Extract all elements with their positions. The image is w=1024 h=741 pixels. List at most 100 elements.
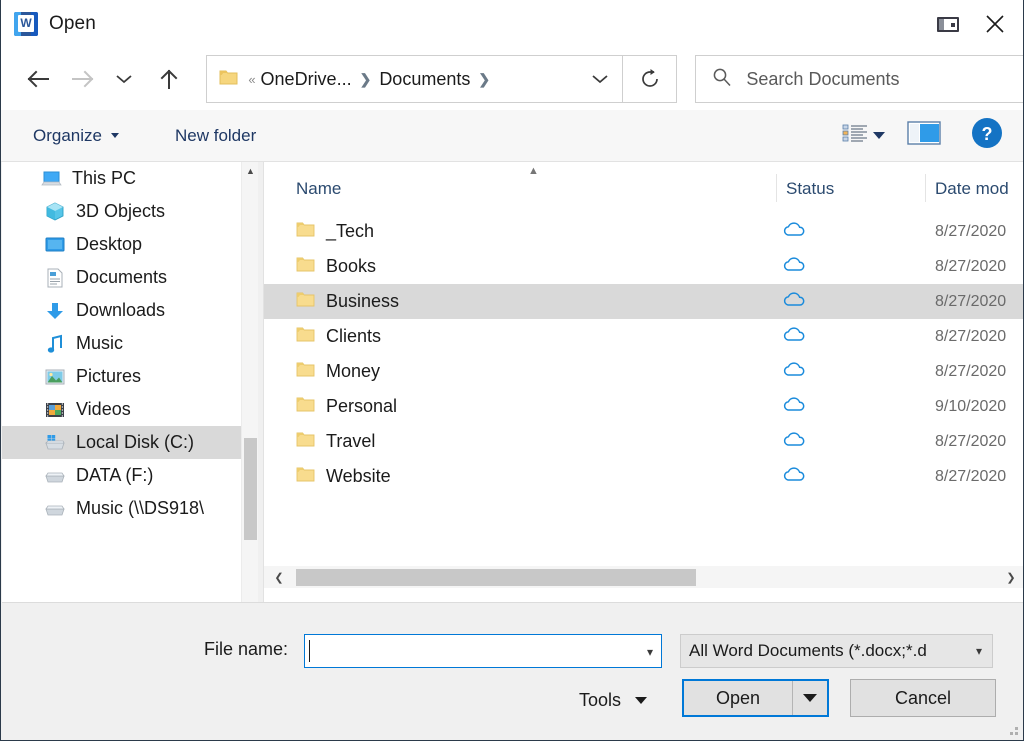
column-header-row: Name Status Date mod	[264, 170, 1023, 208]
table-row[interactable]: Money 8/27/2020	[264, 354, 1023, 389]
sidebar-item-data-f[interactable]: DATA (F:)	[2, 459, 241, 492]
column-header-name[interactable]: Name	[296, 179, 341, 199]
preview-pane-icon[interactable]	[907, 120, 941, 151]
dialog-footer	[2, 603, 1023, 739]
search-input[interactable]: Search Documents	[746, 69, 899, 90]
file-name: Clients	[326, 326, 382, 346]
date-modified: 8/27/2020	[935, 467, 1007, 485]
caret-down-icon	[635, 696, 648, 704]
folder-icon	[296, 256, 315, 278]
sidebar-item-3d-objects[interactable]: 3D Objects	[2, 195, 241, 228]
downloads-icon	[44, 300, 66, 322]
tools-button[interactable]: Tools	[579, 685, 648, 715]
sidebar-label: 3D Objects	[76, 201, 166, 221]
file-type-value: All Word Documents (*.docx;*.d	[689, 641, 927, 660]
sidebar-label: DATA (F:)	[76, 465, 154, 485]
cancel-button[interactable]: Cancel	[850, 679, 996, 717]
table-row[interactable]: Website 8/27/2020	[264, 459, 1023, 494]
chevron-left-icon[interactable]: ❮	[268, 566, 290, 588]
file-name: Travel	[326, 431, 376, 451]
up-arrow-icon[interactable]	[150, 59, 189, 99]
preview-pane-icon[interactable]	[925, 0, 971, 48]
sidebar-item-this-pc[interactable]: This PC	[2, 162, 241, 195]
cloud-icon	[782, 396, 806, 418]
file-name: Website	[326, 466, 391, 486]
file-rows: _Tech 8/27/2020 Books 8/27/2020 Business…	[264, 214, 1023, 494]
breadcrumb-separator-icon[interactable]: ❯	[360, 71, 372, 88]
table-row[interactable]: Clients 8/27/2020	[264, 319, 1023, 354]
command-toolbar: Organize New folder ?	[1, 110, 1023, 162]
address-dropdown-icon[interactable]	[578, 56, 622, 102]
file-list-horizontal-scrollbar[interactable]: ❮ ❯	[264, 566, 1023, 588]
search-box[interactable]: Search Documents	[695, 55, 1023, 103]
open-button[interactable]: Open	[684, 681, 792, 715]
table-row[interactable]: Personal 9/10/2020	[264, 389, 1023, 424]
horizontal-scrollbar-thumb[interactable]	[296, 569, 696, 586]
sidebar-item-desktop[interactable]: Desktop	[2, 228, 241, 261]
word-icon: W	[13, 11, 39, 37]
tools-label: Tools	[579, 689, 622, 710]
address-bar[interactable]: « OneDrive... ❯ Documents ❯	[206, 55, 624, 103]
network-drive-icon	[44, 498, 66, 520]
folder-icon	[296, 431, 315, 453]
table-row[interactable]: Travel 8/27/2020	[264, 424, 1023, 459]
file-name: Money	[326, 361, 381, 381]
cloud-icon	[782, 221, 806, 243]
table-row[interactable]: _Tech 8/27/2020	[264, 214, 1023, 249]
refresh-icon[interactable]	[623, 55, 678, 103]
sidebar-item-videos[interactable]: Videos	[2, 393, 241, 426]
sidebar-item-pictures[interactable]: Pictures	[2, 360, 241, 393]
file-type-dropdown[interactable]: All Word Documents (*.docx;*.d ▾	[680, 634, 993, 668]
folder-icon	[296, 291, 315, 313]
column-header-status[interactable]: Status	[786, 179, 834, 199]
sidebar-scrollbar[interactable]: ▲ ▼	[241, 162, 258, 603]
cloud-icon	[782, 431, 806, 453]
cloud-icon	[782, 291, 806, 313]
resize-grip[interactable]	[1006, 723, 1018, 735]
sidebar-item-downloads[interactable]: Downloads	[2, 294, 241, 327]
file-name: Books	[326, 256, 377, 276]
folder-icon	[296, 466, 315, 488]
sidebar-scrollbar-thumb[interactable]	[244, 438, 257, 540]
sidebar-item-network-music[interactable]: Music (\\DS918\	[2, 492, 241, 525]
sidebar-item-documents[interactable]: Documents	[2, 261, 241, 294]
breadcrumb-separator-icon[interactable]: ❯	[478, 71, 490, 88]
sidebar-item-local-disk-c[interactable]: Local Disk (C:)	[2, 426, 241, 459]
open-split-button[interactable]: Open	[682, 679, 829, 717]
chevron-right-icon[interactable]: ❯	[1000, 566, 1022, 588]
date-modified: 8/27/2020	[935, 327, 1007, 345]
text-cursor	[309, 640, 310, 662]
recent-locations-chevron-icon[interactable]	[109, 59, 140, 99]
folder-icon	[296, 396, 315, 418]
folder-icon	[219, 69, 238, 90]
view-list-icon[interactable]	[841, 122, 869, 149]
breadcrumb-item-onedrive[interactable]: OneDrive...	[261, 69, 352, 90]
sidebar-label: This PC	[72, 168, 137, 188]
drive-icon	[44, 432, 66, 454]
sidebar-item-music[interactable]: Music	[2, 327, 241, 360]
chevron-down-icon[interactable]: ▾	[647, 645, 653, 659]
svg-text:?: ?	[982, 124, 993, 144]
chevron-down-icon[interactable]: ▾	[976, 644, 982, 658]
drive-icon	[44, 465, 66, 487]
breadcrumb-overflow[interactable]: «	[248, 72, 255, 87]
sidebar-label: Documents	[76, 267, 168, 287]
close-icon[interactable]	[971, 0, 1019, 48]
cloud-icon	[782, 466, 806, 488]
navigation-sidebar[interactable]: This PC 3D Objects Desktop Documents Dow…	[2, 162, 241, 603]
date-modified: 8/27/2020	[935, 362, 1007, 380]
new-folder-button[interactable]: New folder	[167, 120, 264, 152]
open-dropdown-button[interactable]	[793, 681, 827, 715]
help-icon[interactable]: ?	[971, 117, 1003, 154]
chevron-up-icon[interactable]: ▲	[242, 162, 259, 179]
cloud-icon	[782, 256, 806, 278]
view-dropdown-chevron-icon[interactable]	[873, 132, 885, 139]
table-row[interactable]: Business 8/27/2020	[264, 284, 1023, 319]
column-header-date-modified[interactable]: Date mod	[935, 179, 1009, 199]
back-arrow-icon[interactable]	[19, 59, 58, 99]
organize-button[interactable]: Organize	[25, 120, 127, 152]
table-row[interactable]: Books 8/27/2020	[264, 249, 1023, 284]
file-name-input[interactable]: ▾	[304, 634, 662, 668]
breadcrumb-item-documents[interactable]: Documents	[379, 69, 470, 90]
open-file-dialog: W Open « OneDrive... ❯ Documents ❯ Searc…	[0, 0, 1024, 741]
